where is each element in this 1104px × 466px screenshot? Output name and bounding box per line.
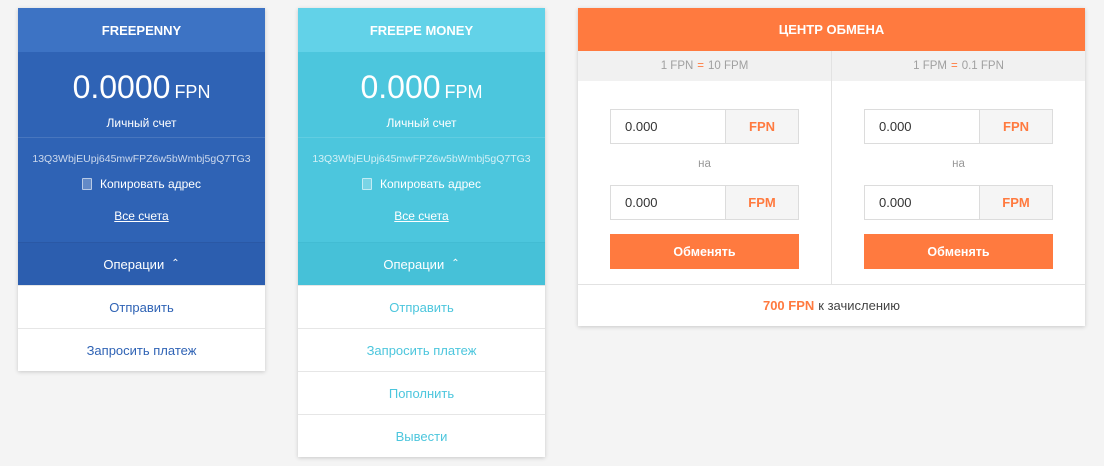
address-block: 13Q3WbjEUpj645mwFPZ6w5bWmbj5gQ7TG3 Копир… <box>298 138 545 242</box>
top-up-button[interactable]: Пополнить <box>298 371 545 414</box>
exchange-rate: 1 FPM = 0.1 FPN <box>832 51 1085 81</box>
exchange-column-fpm-to-fpn: 1 FPM = 0.1 FPN FPN на FPM Обменять <box>831 51 1085 284</box>
wallet-title: FREEPE MONEY <box>298 8 545 52</box>
balance-unit: FPM <box>444 82 483 102</box>
exchange-title: ЦЕНТР ОБМЕНА <box>578 8 1085 51</box>
credit-summary: 700 FPN к зачислению <box>578 285 1085 325</box>
wallet-address: 13Q3WbjEUpj645mwFPZ6w5bWmbj5gQ7TG3 <box>312 153 531 165</box>
from-currency: FPN <box>979 110 1052 143</box>
to-amount-field: FPM <box>864 185 1053 220</box>
operations-label: Операции <box>383 256 445 272</box>
exchange-column-fpn-to-fpm: 1 FPN = 10 FPM FPN на FPM Обменять <box>578 51 831 284</box>
exchange-columns: 1 FPN = 10 FPM FPN на FPM Обменять 1 FPM… <box>578 51 1085 285</box>
freepe-money-wallet-card: FREEPE MONEY 0.000 FPM Личный счет 13Q3Wb… <box>298 8 545 457</box>
credit-amount: 700 FPN <box>762 297 815 313</box>
from-amount-field: FPN <box>864 109 1053 144</box>
exchange-button[interactable]: Обменять <box>864 234 1053 269</box>
balance-block: 0.0000 FPN Личный счет <box>18 52 265 138</box>
all-accounts-link[interactable]: Все счета <box>114 209 168 223</box>
chevron-up-icon: ⌃ <box>171 257 180 269</box>
from-currency: FPN <box>725 110 798 143</box>
send-button[interactable]: Отправить <box>18 285 265 328</box>
request-payment-button[interactable]: Запросить платеж <box>18 328 265 371</box>
balance-value: 0.000 <box>360 69 441 105</box>
balance-block: 0.000 FPM Личный счет <box>298 52 545 138</box>
on-label: на <box>698 158 711 170</box>
rate-left: 1 FPN <box>660 60 694 72</box>
to-amount-input[interactable] <box>865 186 979 219</box>
freepenny-wallet-card: FREEPENNY 0.0000 FPN Личный счет 13Q3WbjE… <box>18 8 265 371</box>
request-payment-button[interactable]: Запросить платеж <box>298 328 545 371</box>
balance-label: Личный счет <box>386 116 457 130</box>
copy-icon <box>82 178 93 190</box>
operations-toggle[interactable]: Операции ⌃ <box>298 242 545 285</box>
rate-right: 10 FPM <box>708 60 749 72</box>
all-accounts-link[interactable]: Все счета <box>394 209 448 223</box>
balance-amount: 0.000 FPM <box>298 52 545 110</box>
from-amount-field: FPN <box>610 109 799 144</box>
exchange-center-panel: ЦЕНТР ОБМЕНА 1 FPN = 10 FPM FPN на FPM О… <box>578 8 1085 326</box>
to-currency: FPM <box>725 186 798 219</box>
copy-address-button[interactable]: Копировать адрес <box>298 177 545 191</box>
withdraw-button[interactable]: Вывести <box>298 414 545 457</box>
copy-icon <box>362 178 373 190</box>
from-amount-input[interactable] <box>865 110 979 143</box>
copy-address-label: Копировать адрес <box>100 177 201 191</box>
rate-equals: = <box>950 60 958 72</box>
operations-label: Операции <box>103 256 165 272</box>
balance-unit: FPN <box>174 82 211 102</box>
address-block: 13Q3WbjEUpj645mwFPZ6w5bWmbj5gQ7TG3 Копир… <box>18 138 265 242</box>
credit-text: к зачислению <box>818 297 901 313</box>
wallet-address: 13Q3WbjEUpj645mwFPZ6w5bWmbj5gQ7TG3 <box>32 153 251 165</box>
operations-toggle[interactable]: Операции ⌃ <box>18 242 265 285</box>
balance-label: Личный счет <box>106 116 177 130</box>
copy-address-label: Копировать адрес <box>380 177 481 191</box>
rate-equals: = <box>697 60 705 72</box>
on-label: на <box>952 158 965 170</box>
from-amount-input[interactable] <box>611 110 725 143</box>
to-amount-input[interactable] <box>611 186 725 219</box>
chevron-up-icon: ⌃ <box>451 257 460 269</box>
send-button[interactable]: Отправить <box>298 285 545 328</box>
to-amount-field: FPM <box>610 185 799 220</box>
wallet-title: FREEPENNY <box>18 8 265 52</box>
to-currency: FPM <box>979 186 1052 219</box>
exchange-rate: 1 FPN = 10 FPM <box>578 51 831 81</box>
rate-right: 0.1 FPN <box>961 60 1004 72</box>
balance-value: 0.0000 <box>72 69 171 105</box>
rate-left: 1 FPM <box>913 60 947 72</box>
copy-address-button[interactable]: Копировать адрес <box>18 177 265 191</box>
balance-amount: 0.0000 FPN <box>18 52 265 110</box>
exchange-button[interactable]: Обменять <box>610 234 799 269</box>
